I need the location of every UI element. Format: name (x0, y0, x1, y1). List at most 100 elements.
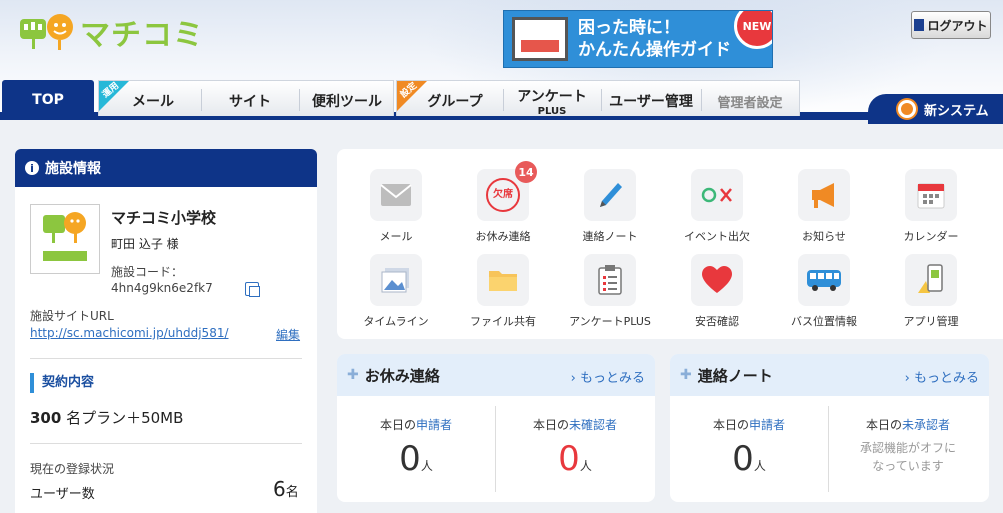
drag-handle-icon[interactable]: ✚ (680, 367, 692, 383)
app-app-management[interactable]: アプリ管理 (881, 254, 981, 329)
logout-icon (914, 19, 925, 31)
more-link[interactable]: › もっとみる (571, 367, 645, 386)
users-count-unit: 名 (285, 485, 299, 500)
unread-badge: 14 (515, 161, 537, 183)
app-notice[interactable]: お知らせ (774, 169, 874, 244)
new-system-label: 新システム (924, 103, 989, 119)
app-survey-plus[interactable]: アンケートPLUS (560, 254, 660, 329)
card-header: ✚ 連絡ノート › もっとみる (670, 354, 989, 396)
card-header: ✚ お休み連絡 › もっとみる (337, 354, 655, 396)
tab-tools[interactable]: 便利ツール (299, 83, 395, 119)
photo-icon (381, 268, 409, 293)
machicomi-logo[interactable]: マチコミ (18, 10, 204, 54)
app-grid: メール 欠席 14 お休み連絡 連絡ノート イベント出欠 お知らせ カレンダー (337, 149, 1003, 339)
tab-top[interactable]: TOP (2, 80, 94, 120)
bus-icon (807, 270, 841, 291)
applicant-count: 0 (732, 439, 754, 479)
info-icon: i (25, 161, 39, 175)
calendar-icon (917, 183, 945, 209)
more-label: もっとみる (913, 371, 979, 386)
new-system-button[interactable]: 新システム (868, 94, 1003, 124)
new-badge: NEW (734, 11, 772, 49)
clipboard-icon (598, 265, 622, 295)
plan-number: 300 (30, 409, 62, 427)
count-unit: 人 (579, 459, 592, 473)
tab-mail[interactable]: メール (105, 83, 201, 119)
count-unit: 人 (420, 459, 433, 473)
tab-user-management[interactable]: ユーザー管理 (601, 83, 701, 119)
phone-icon (918, 264, 943, 293)
logo-text: マチコミ (80, 18, 204, 53)
heart-icon (702, 266, 732, 293)
facility-code-value: 4hn4g9kn6e2fk7 (111, 281, 213, 295)
card-title: お休み連絡 (364, 366, 440, 385)
edit-link[interactable]: 編集 (276, 326, 300, 343)
unconfirmed-count: 0 (558, 439, 580, 479)
absence-icon-text: 欠席 (493, 189, 513, 200)
applicant-count: 0 (399, 439, 421, 479)
app-label: 連絡ノート (582, 230, 638, 243)
pen-icon (600, 183, 622, 207)
drag-handle-icon[interactable]: ✚ (347, 367, 359, 383)
app-timeline[interactable]: タイムライン (346, 254, 446, 329)
gear-icon (898, 100, 916, 118)
plan-info: 300 名プラン＋50MB (30, 407, 183, 428)
label-highlight: 未確認者 (569, 418, 618, 432)
app-label: アンケートPLUS (569, 315, 651, 328)
tab-group[interactable]: グループ (407, 83, 503, 119)
app-bus-location[interactable]: バス位置情報 (774, 254, 874, 329)
site-url-link[interactable]: http://sc.machicomi.jp/uhddj581/ (30, 326, 229, 340)
app-calendar[interactable]: カレンダー (881, 169, 981, 244)
users-count: 6名 (273, 477, 299, 501)
tab-survey-label: アンケート (517, 88, 587, 105)
label-highlight: 申請者 (416, 418, 453, 432)
more-link[interactable]: › もっとみる (905, 367, 979, 386)
school-name: マチコミ小学校 (111, 209, 217, 227)
school-logo-icon (43, 212, 87, 261)
app-label: お休み連絡 (475, 230, 531, 243)
app-label: メール (379, 230, 413, 243)
folder-icon (489, 271, 517, 291)
note-line-2: なっています (872, 459, 944, 473)
app-absence[interactable]: 欠席 14 お休み連絡 (453, 161, 553, 244)
app-label: イベント出欠 (684, 230, 750, 243)
approval-off-note: 承認機能がオフに なっています (829, 439, 987, 475)
users-label: ユーザー数 (30, 487, 95, 502)
more-label: もっとみる (579, 371, 645, 386)
tab-admin-settings[interactable]: 管理者設定 (701, 83, 799, 119)
app-contact-note[interactable]: 連絡ノート (560, 169, 660, 244)
label-highlight: 申請者 (749, 418, 786, 432)
copy-icon[interactable] (245, 282, 260, 297)
plan-text: 名プラン＋50MB (61, 409, 184, 427)
label-highlight: 未承認者 (902, 418, 951, 432)
app-label: タイムライン (363, 315, 429, 328)
label-prefix: 本日の (712, 418, 749, 432)
app-label: バス位置情報 (791, 315, 857, 328)
divider (30, 443, 302, 444)
logout-button[interactable]: ログアウト (911, 11, 991, 39)
logo-mark-icon (20, 14, 73, 50)
app-safety-check[interactable]: 安否確認 (667, 254, 767, 329)
tab-survey-sub: PLUS (537, 105, 567, 117)
tab-site[interactable]: サイト (201, 83, 299, 119)
users-count-value: 6 (273, 477, 286, 501)
app-label: ファイル共有 (470, 315, 536, 328)
facility-title: 施設情報 (45, 161, 101, 177)
tab-survey[interactable]: アンケート PLUS (503, 83, 601, 119)
app-mail[interactable]: メール (346, 169, 446, 244)
absence-icon: 欠席 (486, 178, 520, 212)
facility-header: i 施設情報 (15, 149, 317, 187)
registration-label: 現在の登録状況 (30, 462, 115, 476)
applicants-today: 本日の申請者 0人 (337, 416, 495, 479)
facility-code-label: 施設コード： (111, 265, 184, 279)
guide-banner[interactable]: 困った時に！ かんたん操作ガイド NEW (503, 10, 773, 68)
app-file-share[interactable]: ファイル共有 (453, 254, 553, 329)
note-line-1: 承認機能がオフに (859, 441, 956, 455)
absence-summary-card: ✚ お休み連絡 › もっとみる 本日の申請者 0人 本日の未確認者 0人 (337, 354, 655, 502)
school-logo (30, 204, 100, 274)
tab-group-operation: 運用 メール サイト 便利ツール (98, 80, 394, 116)
banner-line-2: かんたん操作ガイド (578, 40, 731, 60)
note-summary-card: ✚ 連絡ノート › もっとみる 本日の申請者 0人 本日の未承認者 承認機能がオ… (670, 354, 989, 502)
attendance-icon (701, 187, 732, 203)
app-event-attendance[interactable]: イベント出欠 (667, 169, 767, 244)
